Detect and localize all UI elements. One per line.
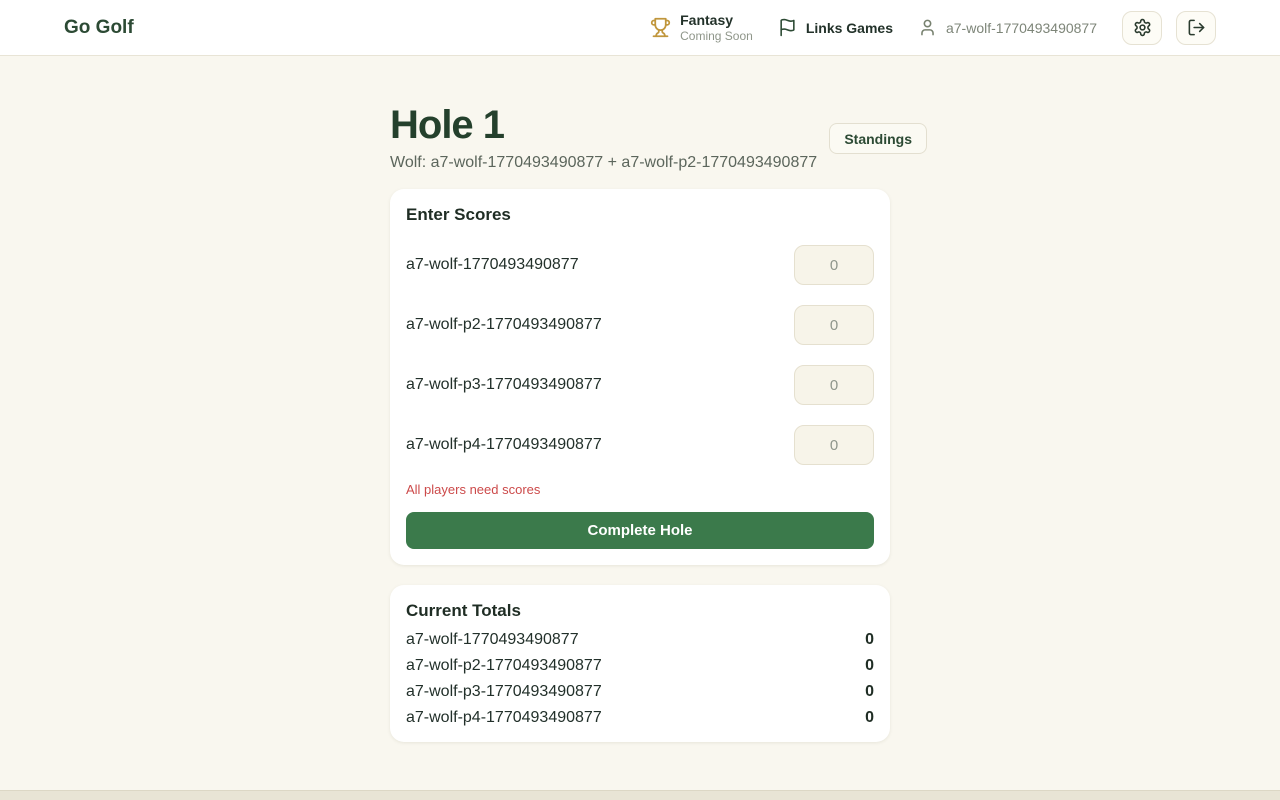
main-content: Hole 1 Wolf: a7-wolf-1770493490877 + a7-…	[0, 56, 1280, 790]
score-row: a7-wolf-1770493490877	[406, 245, 874, 285]
total-value: 0	[865, 682, 874, 702]
trophy-icon	[650, 17, 671, 38]
logout-button[interactable]	[1176, 11, 1216, 45]
total-player-name: a7-wolf-p3-1770493490877	[406, 682, 602, 702]
score-row: a7-wolf-p3-1770493490877	[406, 365, 874, 405]
total-value: 0	[865, 708, 874, 728]
player-name: a7-wolf-p4-1770493490877	[406, 436, 602, 454]
fantasy-sublabel: Coming Soon	[680, 29, 753, 43]
score-input-p1[interactable]	[794, 245, 874, 285]
page-head: Hole 1 Wolf: a7-wolf-1770493490877 + a7-…	[390, 103, 927, 172]
player-name: a7-wolf-p3-1770493490877	[406, 376, 602, 394]
player-name: a7-wolf-p2-1770493490877	[406, 316, 602, 334]
gear-icon	[1133, 18, 1152, 37]
total-player-name: a7-wolf-1770493490877	[406, 630, 579, 650]
score-input-p3[interactable]	[794, 365, 874, 405]
enter-scores-card: Enter Scores a7-wolf-1770493490877 a7-wo…	[390, 189, 890, 565]
score-row: a7-wolf-p4-1770493490877	[406, 425, 874, 465]
score-input-p2[interactable]	[794, 305, 874, 345]
standings-button[interactable]: Standings	[829, 123, 927, 154]
total-value: 0	[865, 630, 874, 650]
total-row: a7-wolf-p3-1770493490877 0	[406, 682, 874, 702]
validation-message: All players need scores	[406, 482, 874, 497]
player-name: a7-wolf-1770493490877	[406, 256, 579, 274]
score-row: a7-wolf-p2-1770493490877	[406, 305, 874, 345]
total-row: a7-wolf-p2-1770493490877 0	[406, 656, 874, 676]
complete-hole-button[interactable]: Complete Hole	[406, 512, 874, 549]
header-nav: Fantasy Coming Soon Links Games a7-wolf-…	[650, 11, 1216, 45]
current-totals-card: Current Totals a7-wolf-1770493490877 0 a…	[390, 585, 890, 742]
app-header: Go Golf Fantasy Coming Soon	[0, 0, 1280, 56]
total-value: 0	[865, 656, 874, 676]
score-input-p4[interactable]	[794, 425, 874, 465]
total-player-name: a7-wolf-p4-1770493490877	[406, 708, 602, 728]
nav-links-games[interactable]: Links Games	[778, 18, 893, 37]
user-icon	[918, 18, 937, 37]
settings-button[interactable]	[1122, 11, 1162, 45]
footer-strip	[0, 790, 1280, 800]
hole-subtitle: Wolf: a7-wolf-1770493490877 + a7-wolf-p2…	[390, 154, 817, 172]
username-text: a7-wolf-1770493490877	[946, 20, 1097, 36]
current-totals-heading: Current Totals	[406, 601, 874, 621]
total-row: a7-wolf-p4-1770493490877 0	[406, 708, 874, 728]
flag-icon	[778, 18, 797, 37]
fantasy-label: Fantasy	[680, 12, 753, 29]
links-games-label: Links Games	[806, 20, 893, 36]
enter-scores-heading: Enter Scores	[406, 205, 874, 225]
total-player-name: a7-wolf-p2-1770493490877	[406, 656, 602, 676]
brand-link[interactable]: Go Golf	[64, 17, 134, 39]
page-title: Hole 1	[390, 103, 817, 147]
logout-icon	[1187, 18, 1206, 37]
user-menu[interactable]: a7-wolf-1770493490877	[918, 18, 1097, 37]
nav-fantasy[interactable]: Fantasy Coming Soon	[650, 12, 753, 43]
total-row: a7-wolf-1770493490877 0	[406, 630, 874, 650]
